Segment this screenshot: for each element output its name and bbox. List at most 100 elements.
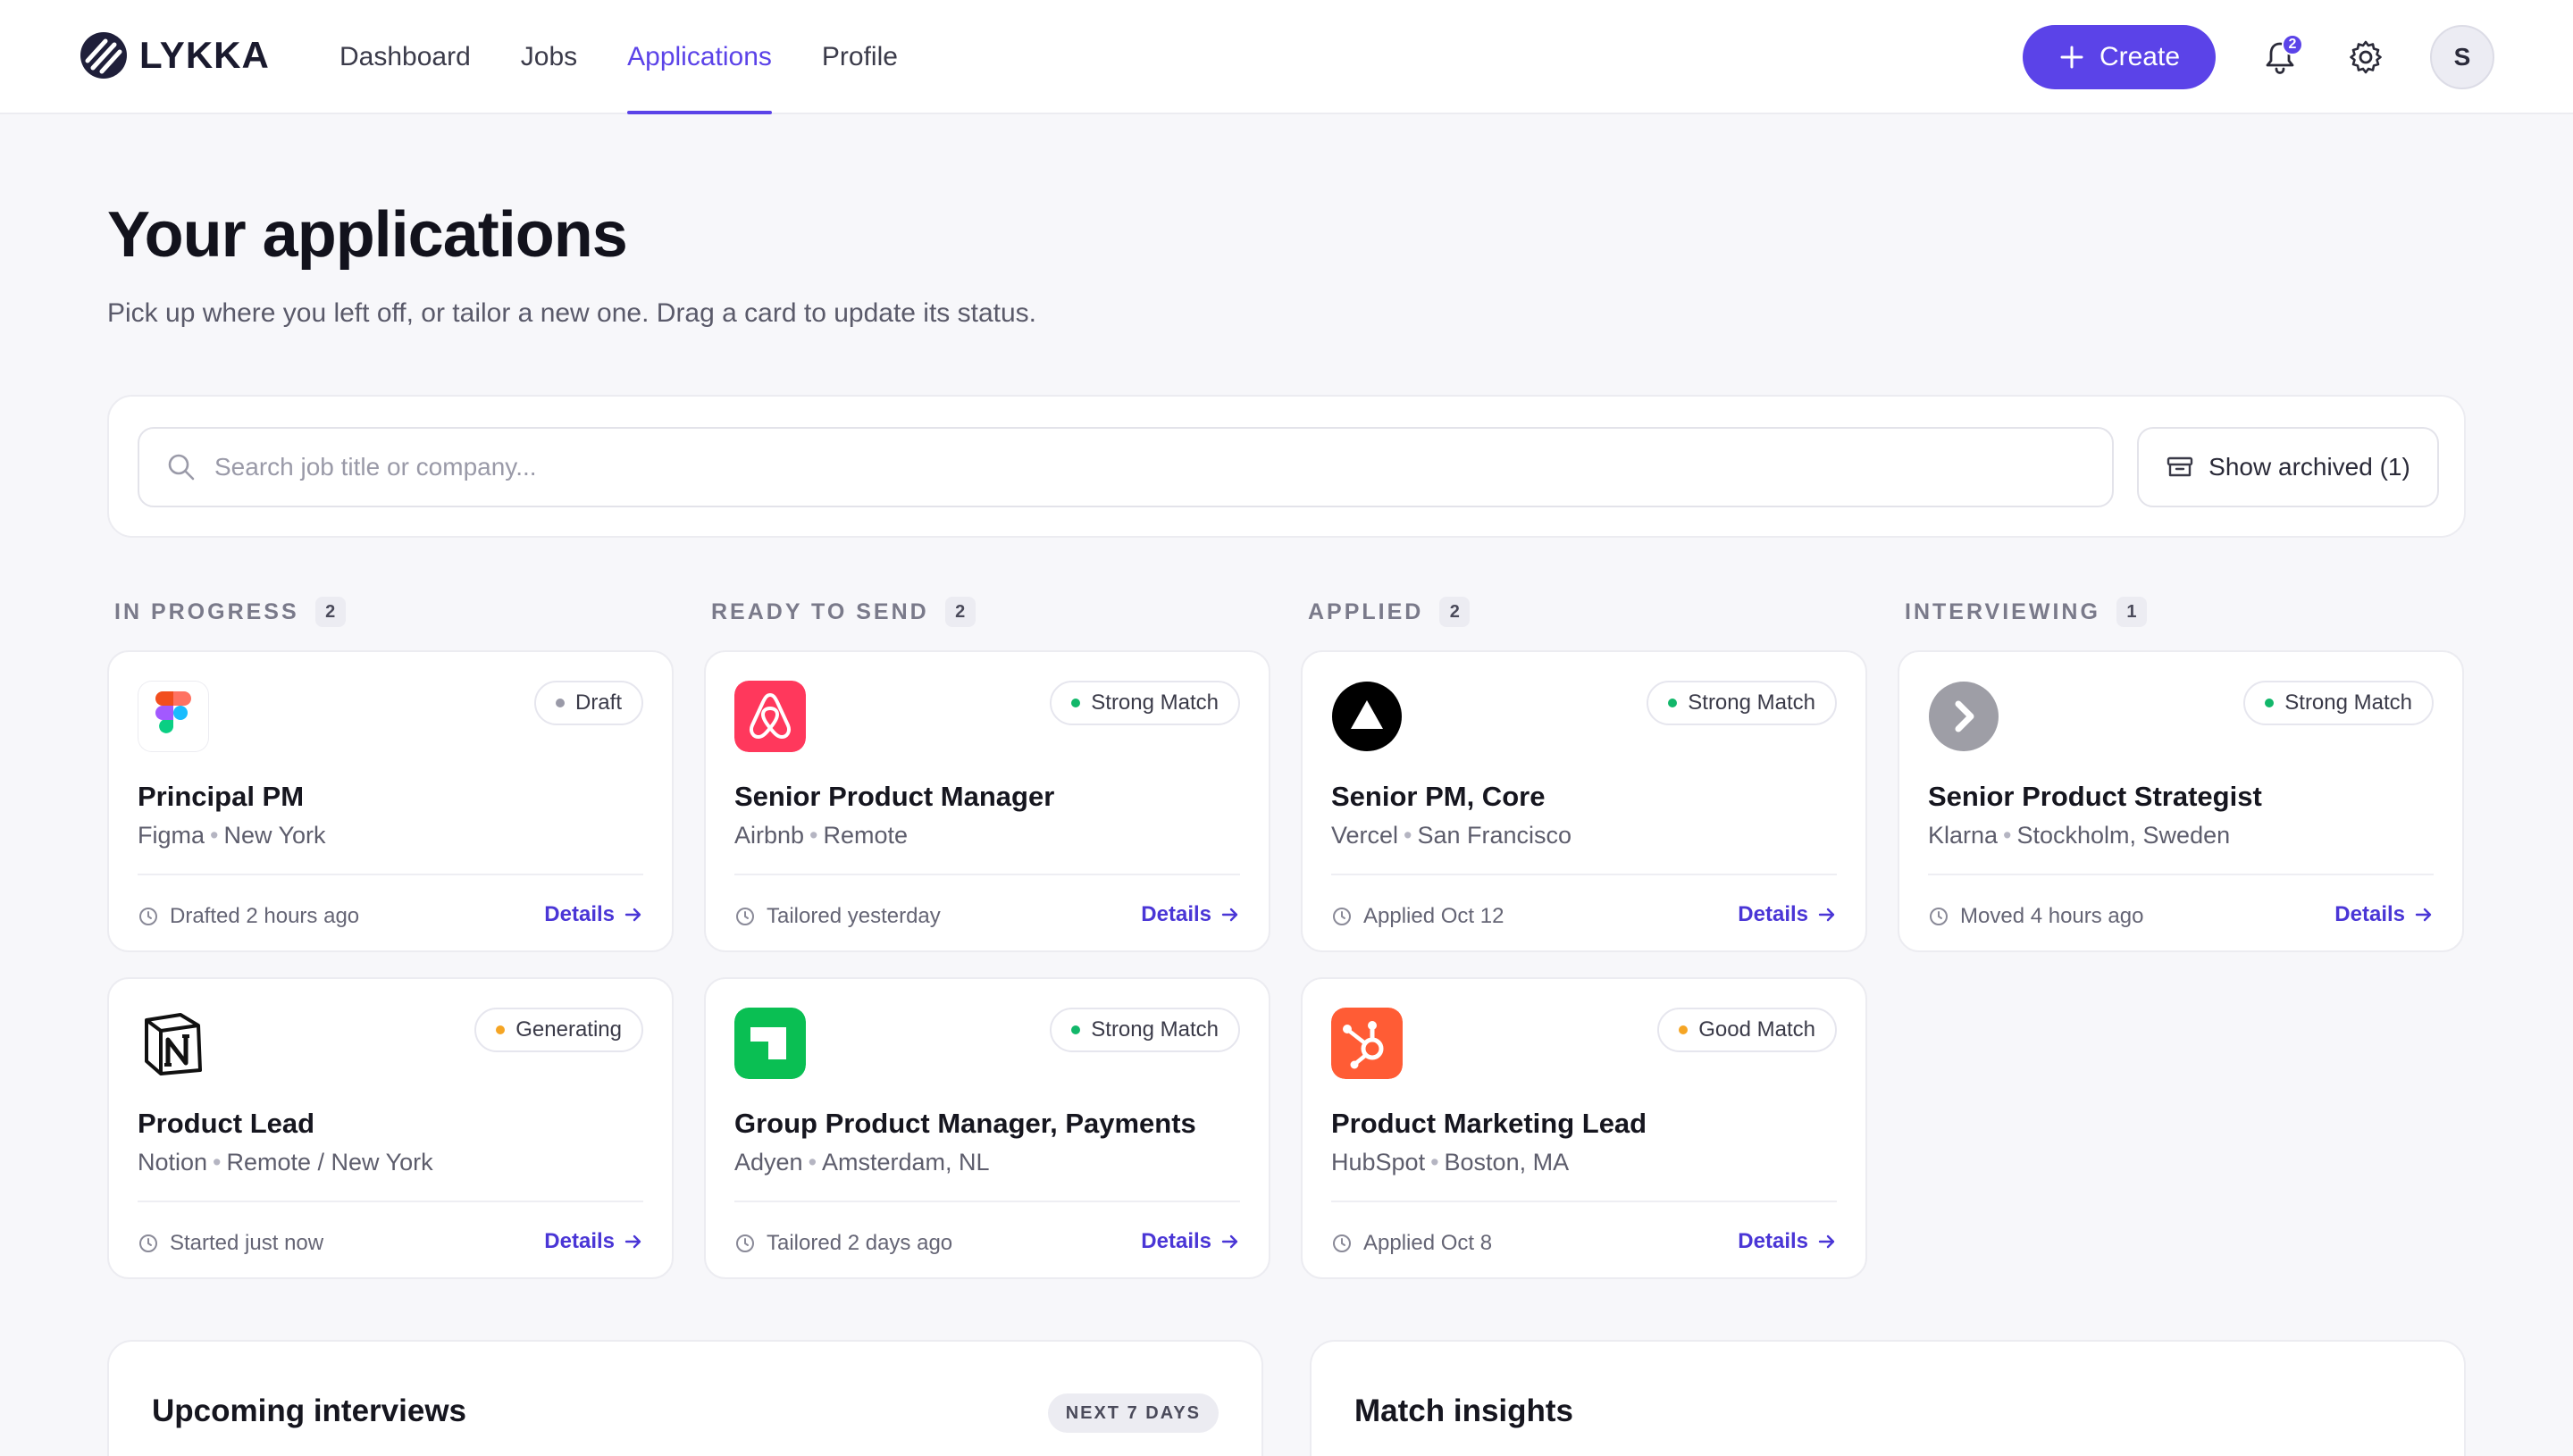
column-header-in-progress: IN PROGRESS 2 <box>114 597 346 627</box>
arrow-right-icon <box>1818 1234 1835 1249</box>
search-input[interactable] <box>214 453 2112 481</box>
column-count: 2 <box>1439 597 1471 627</box>
status-label: Strong Match <box>1091 1017 1219 1042</box>
create-button[interactable]: Create <box>2023 25 2216 89</box>
activity-info: Applied Oct 8 <box>1331 1231 1492 1256</box>
search-box[interactable] <box>138 427 2114 507</box>
figma-logo-icon <box>138 681 209 752</box>
status-label: Strong Match <box>1091 690 1219 715</box>
match-insights-panel: Match insights <box>1310 1340 2466 1456</box>
nav-jobs[interactable]: Jobs <box>521 0 577 114</box>
application-card[interactable]: Strong Match Senior PM, Core Vercel • San … <box>1301 650 1867 952</box>
company-name: Notion <box>138 1149 208 1176</box>
job-title: Group Product Manager, Payments <box>734 1108 1196 1139</box>
application-card[interactable]: Strong Match Senior Product Manager Airb… <box>704 650 1270 952</box>
status-dot <box>496 1025 506 1034</box>
column-title: READY TO SEND <box>711 598 929 624</box>
search-icon <box>168 454 195 481</box>
status-badge: Strong Match <box>1050 1008 1240 1052</box>
activity-text: Tailored 2 days ago <box>767 1231 953 1255</box>
meta-separator: • <box>1430 1149 1439 1176</box>
card-divider <box>734 874 1240 875</box>
status-badge: Strong Match <box>2243 681 2434 725</box>
job-location: Stockholm, Sweden <box>2016 822 2231 849</box>
status-dot <box>1679 1025 1689 1034</box>
nav-applications[interactable]: Applications <box>627 0 772 114</box>
job-title: Senior Product Strategist <box>1928 781 2262 812</box>
status-dot <box>1668 699 1678 707</box>
activity-info: Applied Oct 12 <box>1331 904 1504 929</box>
job-location: Amsterdam, NL <box>822 1149 990 1176</box>
card-divider <box>1331 1201 1837 1202</box>
company-location: Figma • New York <box>138 822 326 849</box>
settings-button[interactable] <box>2341 32 2391 82</box>
application-card[interactable]: Strong Match Group Product Manager, Paym… <box>704 977 1270 1279</box>
nav-profile[interactable]: Profile <box>822 0 898 114</box>
status-dot <box>1071 699 1081 707</box>
card-divider <box>734 1201 1240 1202</box>
show-archived-button[interactable]: Show archived (1) <box>2137 427 2439 507</box>
company-name: Adyen <box>734 1149 803 1176</box>
application-card[interactable]: Generating Product Lead Notion • Remote / … <box>107 977 674 1279</box>
job-location: New York <box>223 822 326 849</box>
card-divider <box>1331 874 1837 875</box>
upcoming-interviews-panel: Upcoming interviews NEXT 7 DAYS <box>107 1340 1263 1456</box>
status-dot <box>1071 1025 1081 1034</box>
hubspot-logo-icon <box>1331 1008 1403 1079</box>
job-title: Senior PM, Core <box>1331 781 1546 812</box>
application-card[interactable]: Draft Principal PM Figma • New York Drafte… <box>107 650 674 952</box>
arrow-right-icon <box>624 908 641 922</box>
clock-icon <box>1930 908 1948 925</box>
card-divider <box>1928 874 2434 875</box>
notification-count-badge: 2 <box>2282 34 2303 55</box>
meta-separator: • <box>808 1149 817 1176</box>
details-link[interactable]: Details <box>2334 902 2434 927</box>
job-title: Product Marketing Lead <box>1331 1108 1647 1139</box>
company-location: Klarna • Stockholm, Sweden <box>1928 822 2230 849</box>
column-count: 2 <box>314 597 346 627</box>
show-archived-label: Show archived (1) <box>2208 453 2410 481</box>
status-badge: Generating <box>474 1008 643 1052</box>
details-label: Details <box>544 1229 615 1253</box>
company-location: HubSpot • Boston, MA <box>1331 1149 1569 1176</box>
meta-separator: • <box>809 822 818 849</box>
details-link[interactable]: Details <box>1141 902 1240 927</box>
user-avatar[interactable]: S <box>2430 25 2494 89</box>
clock-icon <box>736 908 754 925</box>
arrow-right-icon <box>1221 1234 1238 1249</box>
details-label: Details <box>1141 1229 1211 1253</box>
clock-icon <box>139 1234 157 1252</box>
nav-dashboard[interactable]: Dashboard <box>339 0 471 114</box>
meta-separator: • <box>1404 822 1412 849</box>
column-header-applied: APPLIED 2 <box>1308 597 1471 627</box>
details-link[interactable]: Details <box>1738 1229 1837 1254</box>
meta-separator: • <box>210 822 219 849</box>
column-header-ready-to-send: READY TO SEND 2 <box>711 597 976 627</box>
details-label: Details <box>2334 902 2405 926</box>
application-card[interactable]: Strong Match Senior Product Strategist K… <box>1898 650 2464 952</box>
company-location: Notion • Remote / New York <box>138 1149 433 1176</box>
notifications-button[interactable]: 2 <box>2255 32 2305 82</box>
lykka-logo-icon <box>80 32 127 79</box>
details-link[interactable]: Details <box>1738 902 1837 927</box>
company-location: Vercel • San Francisco <box>1331 822 1571 849</box>
status-dot <box>555 699 565 707</box>
details-label: Details <box>544 902 615 926</box>
details-link[interactable]: Details <box>544 902 643 927</box>
status-badge: Draft <box>533 681 643 725</box>
details-link[interactable]: Details <box>1141 1229 1240 1254</box>
company-name: Airbnb <box>734 822 805 849</box>
create-button-label: Create <box>2099 42 2181 71</box>
company-name: Vercel <box>1331 822 1399 849</box>
status-badge: Strong Match <box>1050 681 1240 725</box>
job-title: Senior Product Manager <box>734 781 1055 812</box>
activity-info: Tailored 2 days ago <box>734 1231 952 1256</box>
column-count: 2 <box>944 597 976 627</box>
top-navigation-bar: LYKKA Dashboard Jobs Applications Profil… <box>0 0 2573 114</box>
clock-icon <box>1333 1234 1351 1252</box>
details-link[interactable]: Details <box>544 1229 643 1254</box>
brand[interactable]: LYKKA <box>79 30 270 80</box>
application-card[interactable]: Good Match Product Marketing Lead HubSpo… <box>1301 977 1867 1279</box>
column-count: 1 <box>2116 597 2147 627</box>
job-title: Principal PM <box>138 781 305 812</box>
